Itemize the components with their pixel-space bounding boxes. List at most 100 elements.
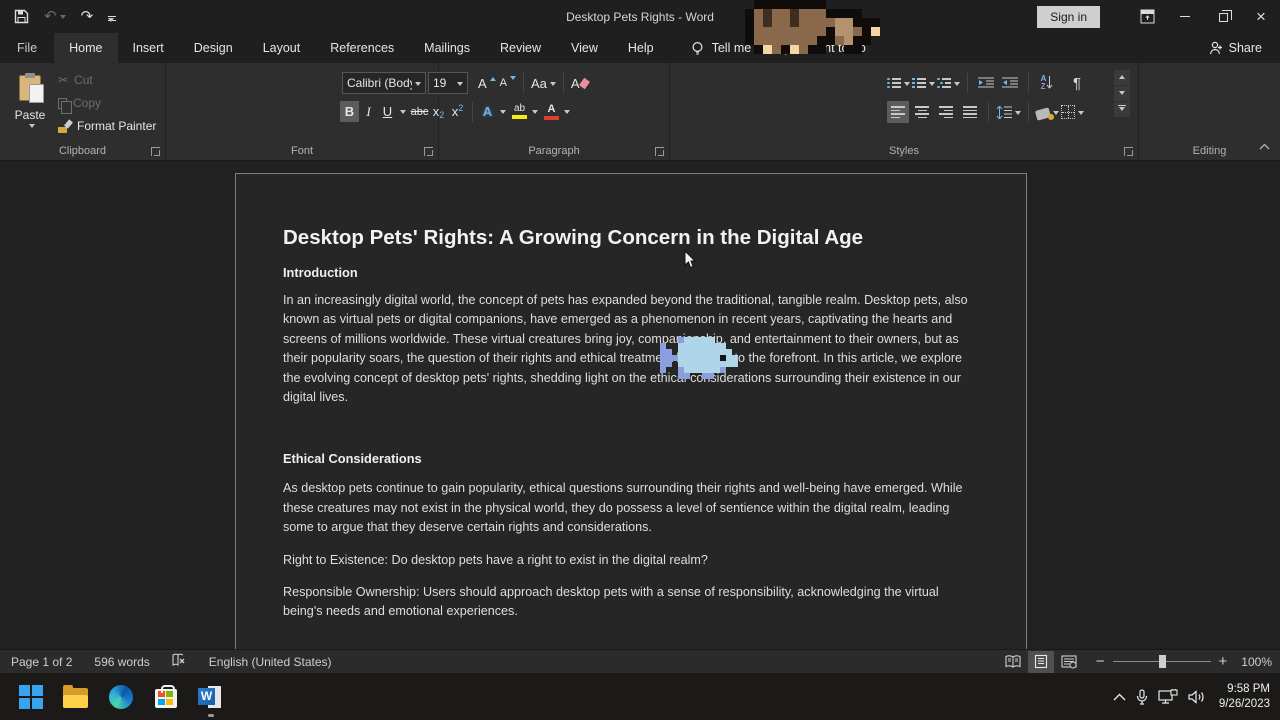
document-title-text: Desktop Pets' Rights: A Growing Concern … xyxy=(283,226,969,250)
read-mode-button[interactable] xyxy=(1000,651,1026,673)
zoom-slider-thumb[interactable] xyxy=(1159,655,1166,668)
window-title: Desktop Pets Rights - Word xyxy=(300,0,980,33)
document-page[interactable]: Desktop Pets' Rights: A Growing Concern … xyxy=(235,173,1027,649)
paragraph-dialog-launcher-icon[interactable] xyxy=(655,147,664,156)
speaker-icon[interactable] xyxy=(1188,690,1205,704)
word-taskbar-button[interactable]: W xyxy=(198,684,223,709)
more-icon xyxy=(1119,107,1125,114)
clock-time: 9:58 PM xyxy=(1227,683,1270,695)
windows-logo-icon xyxy=(19,685,43,709)
style-scroll-down-button[interactable] xyxy=(1114,86,1130,101)
proofing-status-icon[interactable] xyxy=(161,653,198,670)
save-icon[interactable] xyxy=(14,9,29,24)
document-heading-introduction: Introduction xyxy=(283,265,969,280)
word-count[interactable]: 596 words xyxy=(83,655,160,669)
undo-icon[interactable]: ↶ xyxy=(44,9,66,24)
taskbar-icons: W xyxy=(18,673,223,720)
tab-references[interactable]: References xyxy=(315,33,409,63)
paste-icon xyxy=(19,75,41,101)
paste-button[interactable]: Paste xyxy=(8,69,52,149)
ribbon: Paste ✂Cut Copy Format Painter Clipboard… xyxy=(0,63,1280,161)
document-canvas[interactable]: Desktop Pets' Rights: A Growing Concern … xyxy=(0,161,1280,649)
customize-qat-icon[interactable] xyxy=(108,13,114,20)
tab-insert[interactable]: Insert xyxy=(118,33,179,63)
restore-button[interactable] xyxy=(1204,0,1242,33)
tab-help[interactable]: Help xyxy=(613,33,669,63)
fish-desktop-pet[interactable] xyxy=(654,337,660,343)
microsoft-store-button[interactable] xyxy=(153,684,178,709)
start-button[interactable] xyxy=(18,684,43,709)
page-indicator[interactable]: Page 1 of 2 xyxy=(0,655,83,669)
folder-icon xyxy=(63,688,88,708)
underline-button[interactable]: U xyxy=(378,101,397,122)
status-bar-right: − + 100% xyxy=(1000,651,1272,673)
styles-group: AaBbCcDc¶ Normal AaBbCcDc¶ No Spac... Aa… xyxy=(670,63,1139,160)
lightbulb-icon xyxy=(691,41,704,56)
hamster-desktop-pet[interactable] xyxy=(736,0,745,9)
document-paragraph: As desktop pets continue to gain popular… xyxy=(283,479,969,537)
tell-me-label: Tell me what you want to do xyxy=(712,41,866,55)
italic-button[interactable]: I xyxy=(359,101,378,122)
collapse-ribbon-button[interactable] xyxy=(1259,137,1270,155)
copy-icon xyxy=(58,98,67,109)
microphone-icon[interactable] xyxy=(1136,689,1148,705)
taskbar-clock[interactable]: 9:58 PM 9/26/2023 xyxy=(1219,682,1270,712)
font-name-select[interactable]: Calibri (Body xyxy=(342,72,426,94)
font-name-caret xyxy=(415,82,421,89)
ribbon-display-options-icon[interactable] xyxy=(1128,0,1166,33)
zoom-control: − + 100% xyxy=(1096,654,1272,669)
mouse-cursor xyxy=(684,250,697,269)
title-bar-controls: Sign in × xyxy=(1037,0,1280,33)
close-button[interactable]: × xyxy=(1242,0,1280,33)
format-painter-button[interactable]: Format Painter xyxy=(58,117,156,135)
store-icon xyxy=(155,689,177,708)
cut-button[interactable]: ✂Cut xyxy=(58,71,156,89)
share-person-icon xyxy=(1209,41,1223,55)
font-dialog-launcher-icon[interactable] xyxy=(424,147,433,156)
status-bar: Page 1 of 2 596 words English (United St… xyxy=(0,649,1280,673)
zoom-level[interactable]: 100% xyxy=(1241,655,1272,669)
read-mode-icon xyxy=(1005,655,1021,668)
clipboard-group-label: Clipboard xyxy=(0,145,165,157)
language-indicator[interactable]: English (United States) xyxy=(198,655,343,669)
font-group: Calibri (Body 19 A A Aa A B I U abc x2 x… xyxy=(166,63,439,160)
clipboard-dialog-launcher-icon[interactable] xyxy=(151,147,160,156)
tab-review[interactable]: Review xyxy=(485,33,556,63)
word-window: ↶ ↷ Desktop Pets Rights - Word Sign in ×… xyxy=(0,0,1280,720)
document-paragraph: Responsible Ownership: Users should appr… xyxy=(283,583,969,622)
cut-icon: ✂ xyxy=(58,73,68,87)
tab-layout[interactable]: Layout xyxy=(248,33,316,63)
style-gallery-more-button[interactable] xyxy=(1114,102,1130,117)
print-layout-button[interactable] xyxy=(1028,651,1054,673)
font-group-label: Font xyxy=(166,145,438,157)
share-button[interactable]: Share xyxy=(1209,33,1262,63)
tell-me-box[interactable]: Tell me what you want to do xyxy=(691,33,866,63)
bold-button[interactable]: B xyxy=(340,101,359,122)
document-paragraph: Right to Existence: Do desktop pets have… xyxy=(283,551,969,570)
underline-caret[interactable] xyxy=(400,110,406,117)
strikethrough-button[interactable]: abc xyxy=(410,101,429,122)
tab-mailings[interactable]: Mailings xyxy=(409,33,485,63)
tab-view[interactable]: View xyxy=(556,33,613,63)
tab-file[interactable]: File xyxy=(0,33,54,63)
tray-chevron-icon[interactable] xyxy=(1113,693,1126,701)
format-painter-icon xyxy=(58,120,71,133)
edge-browser-button[interactable] xyxy=(108,684,133,709)
zoom-slider[interactable] xyxy=(1113,661,1211,662)
styles-dialog-launcher-icon[interactable] xyxy=(1124,147,1133,156)
minimize-button[interactable] xyxy=(1166,0,1204,33)
web-layout-button[interactable] xyxy=(1056,651,1082,673)
zoom-out-button[interactable]: − xyxy=(1096,654,1105,669)
copy-button[interactable]: Copy xyxy=(58,94,156,112)
styles-group-label: Styles xyxy=(670,145,1138,157)
file-explorer-button[interactable] xyxy=(63,684,88,709)
document-heading-ethical: Ethical Considerations xyxy=(283,451,969,466)
tab-home[interactable]: Home xyxy=(54,33,117,63)
redo-icon[interactable]: ↷ xyxy=(81,9,94,24)
style-scroll-up-button[interactable] xyxy=(1114,70,1130,85)
zoom-in-button[interactable]: + xyxy=(1219,654,1228,669)
tab-design[interactable]: Design xyxy=(179,33,248,63)
print-layout-icon xyxy=(1034,654,1048,669)
network-icon[interactable] xyxy=(1158,689,1178,705)
sign-in-button[interactable]: Sign in xyxy=(1037,6,1100,28)
